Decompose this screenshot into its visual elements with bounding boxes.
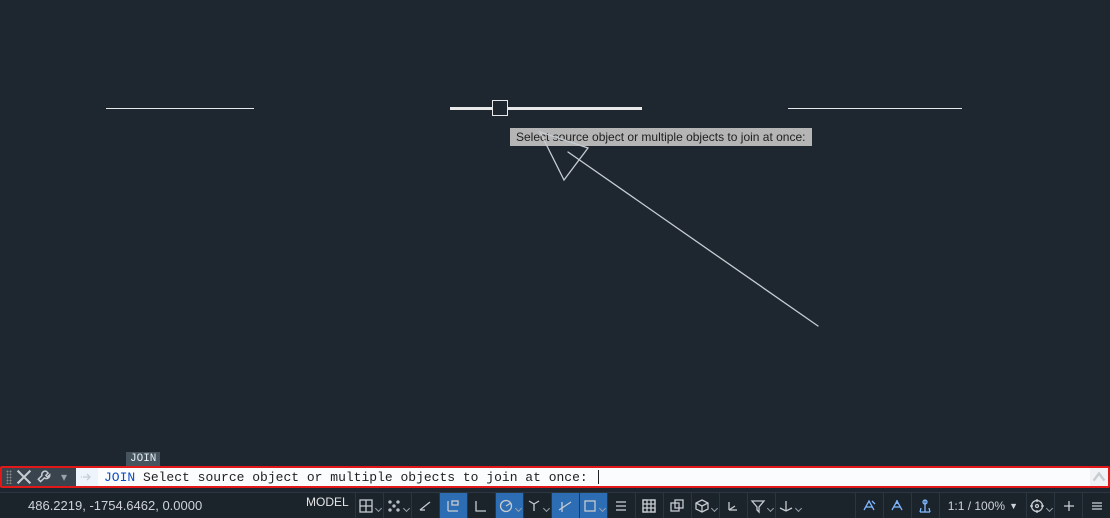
annotation-scale-value[interactable]: 1:1 / 100% ▼ <box>939 493 1026 518</box>
drawing-line-3 <box>788 108 962 109</box>
selection-filter-icon[interactable] <box>747 493 775 518</box>
command-line-handle[interactable]: ▾ <box>2 468 76 486</box>
close-icon[interactable] <box>16 469 32 485</box>
coordinates-readout[interactable]: 486.2219, -1754.6462, 0.0000 <box>28 498 202 513</box>
annotation-visibility-icon[interactable] <box>855 493 883 518</box>
annotation-monitor-icon[interactable] <box>1054 493 1082 518</box>
workspace-switching-icon[interactable] <box>1026 493 1054 518</box>
lineweight-icon[interactable] <box>607 493 635 518</box>
pickbox-cursor <box>492 100 508 116</box>
dynamic-ucs-icon[interactable] <box>719 493 747 518</box>
osnap-tracking-icon[interactable] <box>551 493 579 518</box>
command-line[interactable]: ▾ JOIN Select source object or multiple … <box>0 466 1110 488</box>
dynamic-input-icon[interactable] <box>439 493 467 518</box>
history-up-icon[interactable] <box>1090 468 1108 486</box>
previous-command-tag: JOIN <box>126 452 160 466</box>
view-controls: 1:1 / 100% ▼ <box>855 493 1110 518</box>
drafting-settings-icons <box>355 493 803 518</box>
grip-handle-icon <box>6 470 12 484</box>
selection-cycling-icon[interactable] <box>663 493 691 518</box>
command-prompt-text: Select source object or multiple objects… <box>143 470 595 485</box>
3d-osnap-icon[interactable] <box>691 493 719 518</box>
dynamic-input-prompt: Select source object or multiple objects… <box>510 128 812 146</box>
transparency-icon[interactable] <box>635 493 663 518</box>
isometric-drafting-icon[interactable] <box>523 493 551 518</box>
model-space-button[interactable]: MODEL <box>300 493 355 518</box>
drawing-line-1 <box>106 108 254 109</box>
object-snap-icon[interactable] <box>579 493 607 518</box>
autoscale-icon[interactable] <box>883 493 911 518</box>
command-name: JOIN <box>104 470 135 485</box>
gizmo-icon[interactable] <box>775 493 803 518</box>
customization-icon[interactable] <box>1082 493 1110 518</box>
polar-tracking-icon[interactable] <box>495 493 523 518</box>
annotation-scale-icon[interactable] <box>911 493 939 518</box>
snap-mode-icon[interactable] <box>383 493 411 518</box>
status-bar: 486.2219, -1754.6462, 0.0000 MODEL 1:1 /… <box>0 492 1110 518</box>
text-caret <box>598 470 599 484</box>
wrench-icon[interactable] <box>36 469 52 485</box>
command-input[interactable]: JOIN Select source object or multiple ob… <box>98 468 1090 486</box>
drawing-line-2-selected <box>450 107 642 110</box>
infer-constraints-icon[interactable] <box>411 493 439 518</box>
ortho-mode-icon[interactable] <box>467 493 495 518</box>
drawing-area[interactable]: Select source object or multiple objects… <box>0 0 1110 518</box>
command-prompt-icon[interactable] <box>76 468 98 486</box>
grid-icon[interactable] <box>355 493 383 518</box>
chevron-down-icon[interactable]: ▾ <box>56 469 72 485</box>
